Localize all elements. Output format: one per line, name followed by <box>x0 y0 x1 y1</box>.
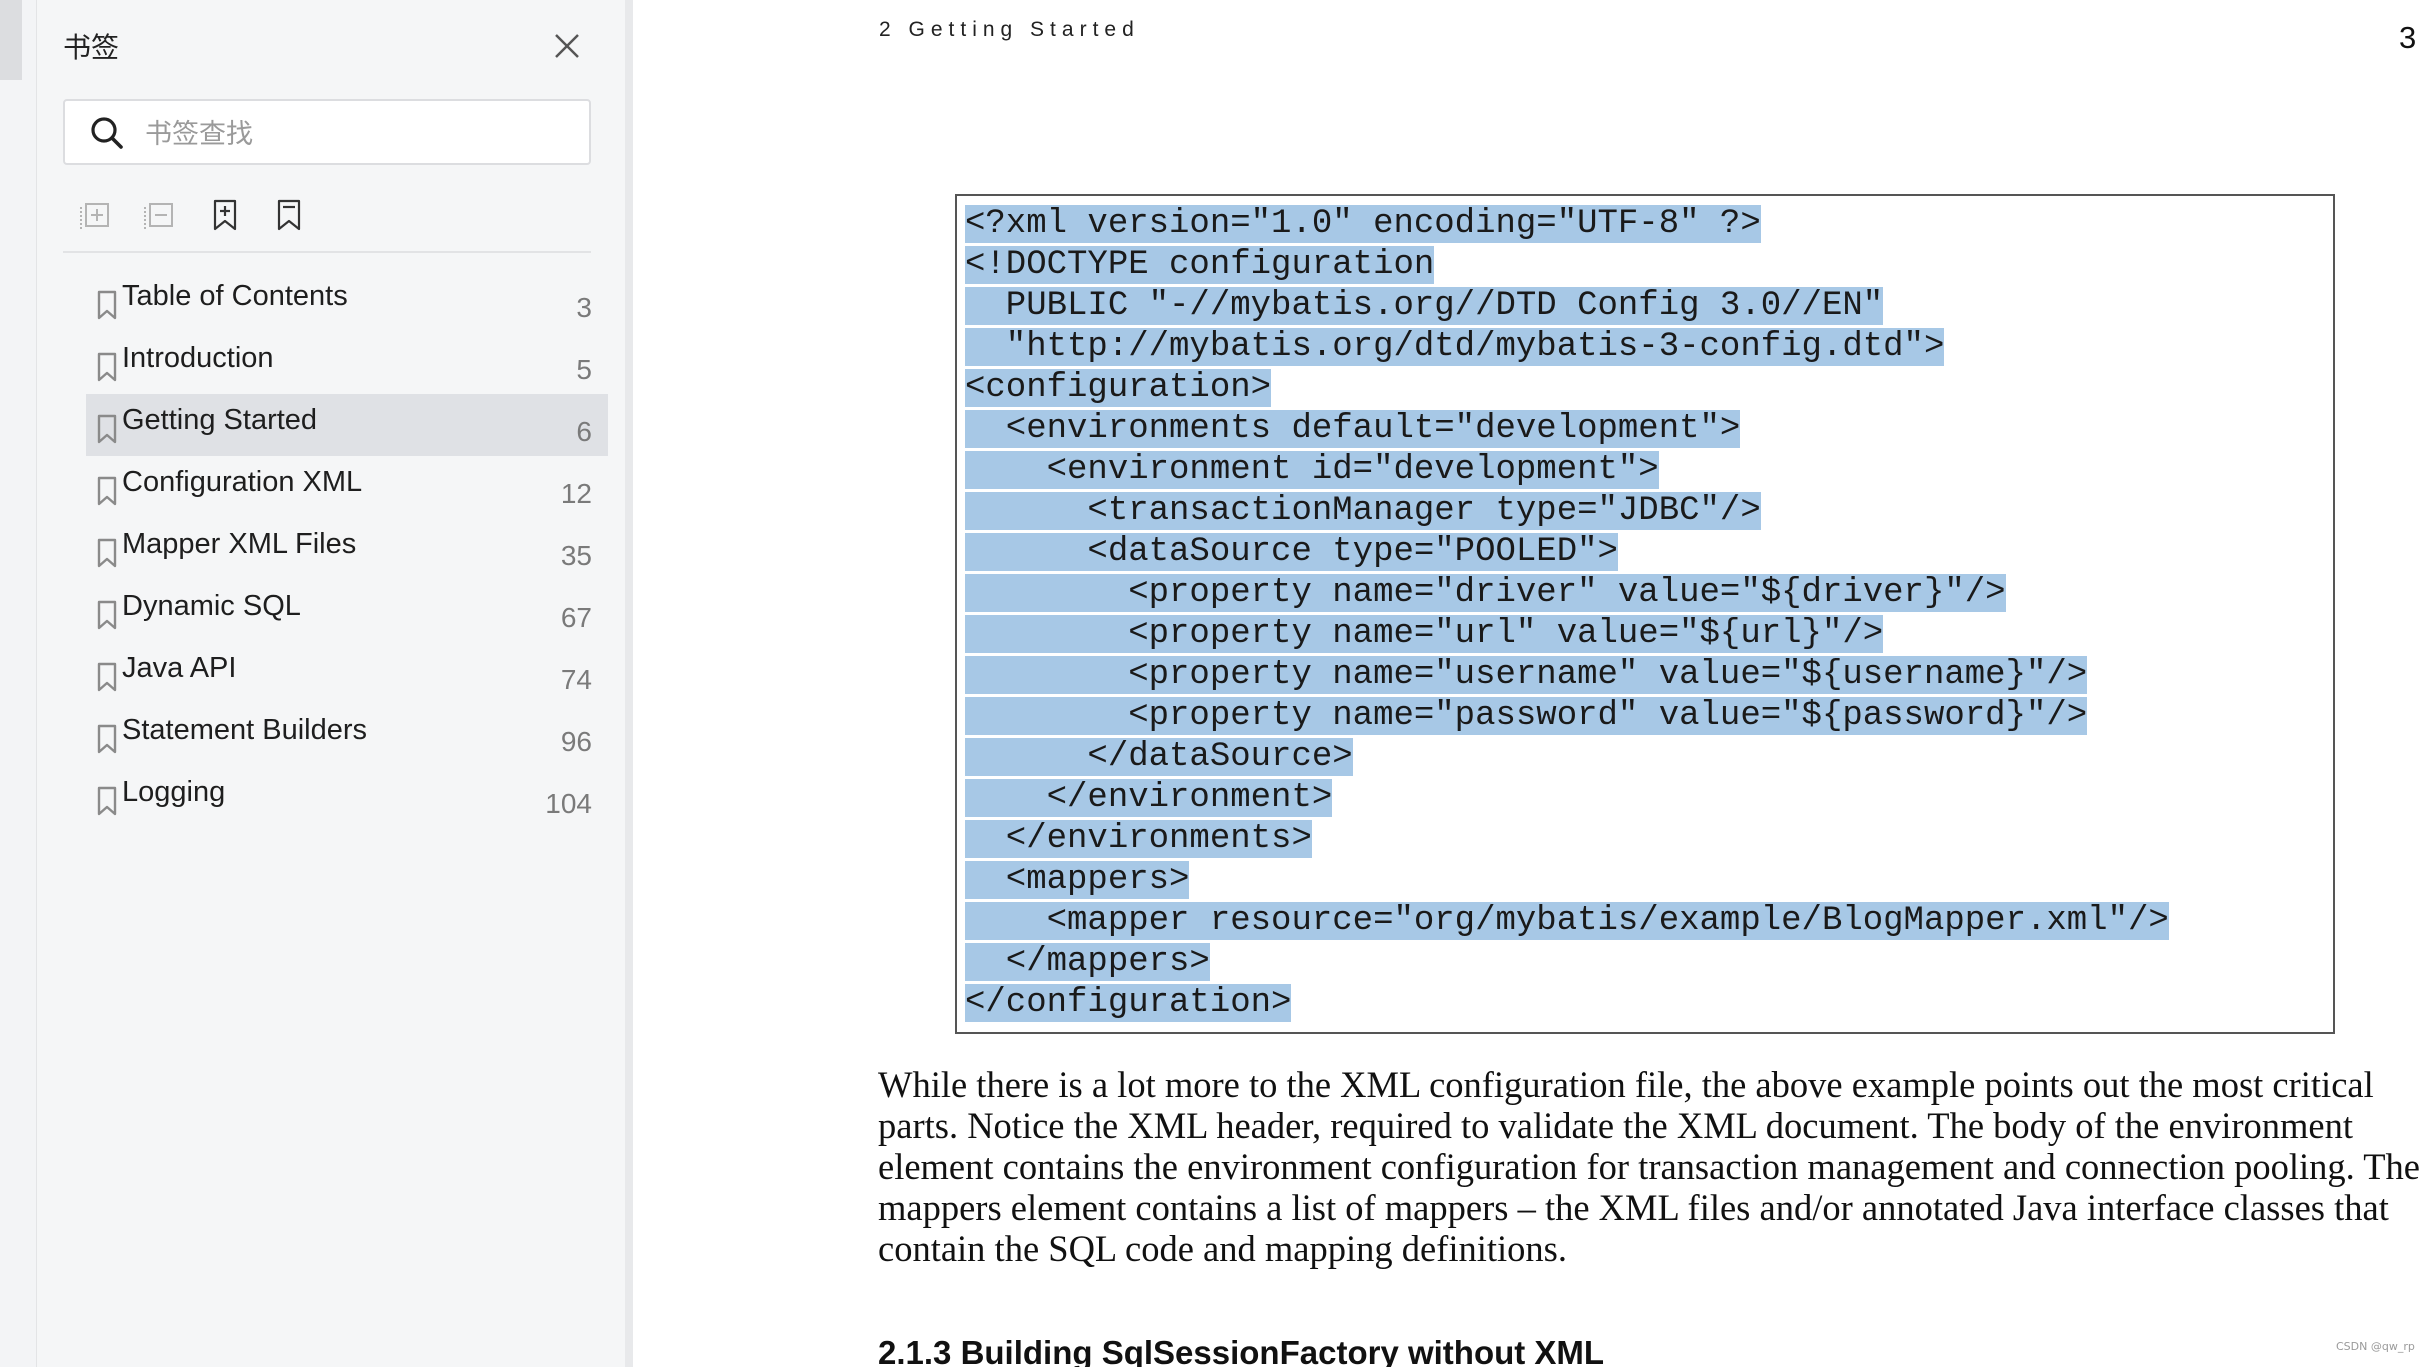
bookmark-icon <box>277 199 301 231</box>
page-number: 3 <box>2399 20 2417 55</box>
code-line: </mappers> <box>965 943 1210 981</box>
side-strip-active-tab[interactable] <box>0 0 22 80</box>
bookmark-search-box[interactable] <box>63 99 591 165</box>
bookmark-icon <box>97 414 117 444</box>
body-paragraph[interactable]: While there is a lot more to the XML con… <box>878 1064 2433 1269</box>
code-line: <?xml version="1.0" encoding="UTF-8" ?> <box>965 205 1761 243</box>
search-icon <box>91 117 123 149</box>
bookmark-icon <box>97 662 117 692</box>
bookmark-label: Introduction <box>122 342 274 374</box>
bookmark-icon <box>97 290 117 320</box>
panel-title: 书签 <box>63 31 120 64</box>
code-line: <dataSource type="POOLED"> <box>965 533 1618 571</box>
bookmark-label: Configuration XML <box>122 466 363 498</box>
bookmark-panel: 书签 书签查找 Table of Contents 3 Introduction… <box>37 0 625 1367</box>
bookmark-label: Statement Builders <box>122 714 368 746</box>
bookmark-label: Dynamic SQL <box>122 590 301 622</box>
expand-all-button[interactable] <box>77 195 117 235</box>
bookmark-item[interactable]: Configuration XML 12 <box>86 456 608 518</box>
add-bookmark-button[interactable] <box>205 195 245 235</box>
code-block: <?xml version="1.0" encoding="UTF-8" ?> <… <box>955 194 2335 1034</box>
bookmark-list: Table of Contents 3 Introduction 5 Getti… <box>86 270 608 828</box>
bookmark-item[interactable]: Introduction 5 <box>86 332 608 394</box>
bookmark-page-number: 74 <box>560 664 592 695</box>
bookmark-label: Getting Started <box>122 404 318 436</box>
panel-resize-handle[interactable] <box>625 0 633 1367</box>
bookmark-page-number: 6 <box>576 416 592 447</box>
bookmark-icon <box>97 476 117 506</box>
code-line: <environments default="development"> <box>965 410 1741 448</box>
code-line: </dataSource> <box>965 738 1353 776</box>
document-page: 2 Getting Started 3 <?xml version="1.0" … <box>633 0 2433 1367</box>
bookmark-search-input[interactable] <box>143 111 567 157</box>
code-line: <property name="url" value="${url}"/> <box>965 615 1884 653</box>
code-line: <mapper resource="org/mybatis/example/Bl… <box>965 902 2169 940</box>
code-line: </environments> <box>965 820 1312 858</box>
code-line: "http://mybatis.org/dtd/mybatis-3-config… <box>965 328 1945 366</box>
code-line: <property name="username" value="${usern… <box>965 656 2088 694</box>
expand-all-icon <box>80 203 109 231</box>
code-text[interactable]: <?xml version="1.0" encoding="UTF-8" ?> <… <box>965 204 2169 1024</box>
bookmark-page-number: 104 <box>545 788 592 819</box>
bookmark-item[interactable]: Mapper XML Files 35 <box>86 518 608 580</box>
bookmark-toolbar <box>63 195 591 253</box>
code-line: </configuration> <box>965 984 1292 1022</box>
bookmark-page-number: 67 <box>560 602 592 633</box>
bookmark-icon <box>97 352 117 382</box>
code-line: PUBLIC "-//mybatis.org//DTD Config 3.0//… <box>965 287 1884 325</box>
code-line: <property name="driver" value="${driver}… <box>965 574 2006 612</box>
code-line: <!DOCTYPE configuration <box>965 246 1435 284</box>
running-header: 2 Getting Started <box>879 18 1140 41</box>
bookmark-page-number: 5 <box>576 354 592 385</box>
bookmark-page-number: 96 <box>560 726 592 757</box>
bookmark-page-number: 3 <box>576 292 592 323</box>
bookmark-label: Table of Contents <box>122 280 348 312</box>
bookmark-item[interactable]: Table of Contents 3 <box>86 270 608 332</box>
bookmark-item[interactable]: Statement Builders 96 <box>86 704 608 766</box>
code-line: <environment id="development"> <box>965 451 1659 489</box>
bookmark-item-active[interactable]: Getting Started 6 <box>86 394 608 456</box>
close-icon <box>555 34 579 58</box>
collapse-all-icon <box>144 203 173 231</box>
code-line: </environment> <box>965 779 1333 817</box>
code-line: <property name="password" value="${passw… <box>965 697 2088 735</box>
bookmark-icon <box>97 724 117 754</box>
code-line: <configuration> <box>965 369 1272 407</box>
bookmark-icon <box>97 600 117 630</box>
code-line: <mappers> <box>965 861 1190 899</box>
bookmark-item[interactable]: Java API 74 <box>86 642 608 704</box>
bookmark-page-number: 35 <box>560 540 592 571</box>
side-strip-glyph <box>0 120 9 142</box>
watermark: CSDN @qw_rp <box>2336 1340 2415 1353</box>
add-bookmark-icon <box>213 199 237 231</box>
bookmark-item[interactable]: Logging 104 <box>86 766 608 828</box>
bookmark-button[interactable] <box>269 195 309 235</box>
collapse-all-button[interactable] <box>141 195 181 235</box>
bookmark-icon <box>97 786 117 816</box>
left-side-strip <box>0 0 37 1367</box>
section-heading: 2.1.3 Building SqlSessionFactory without… <box>878 1334 1605 1367</box>
bookmark-page-number: 12 <box>560 478 592 509</box>
bookmark-item[interactable]: Dynamic SQL 67 <box>86 580 608 642</box>
side-strip-glyph <box>0 196 9 218</box>
bookmark-label: Mapper XML Files <box>122 528 357 560</box>
code-line: <transactionManager type="JDBC"/> <box>965 492 1761 530</box>
bookmark-label: Logging <box>122 776 226 808</box>
bookmark-icon <box>97 538 117 568</box>
bookmark-label: Java API <box>122 652 237 684</box>
close-panel-button[interactable] <box>549 28 585 64</box>
